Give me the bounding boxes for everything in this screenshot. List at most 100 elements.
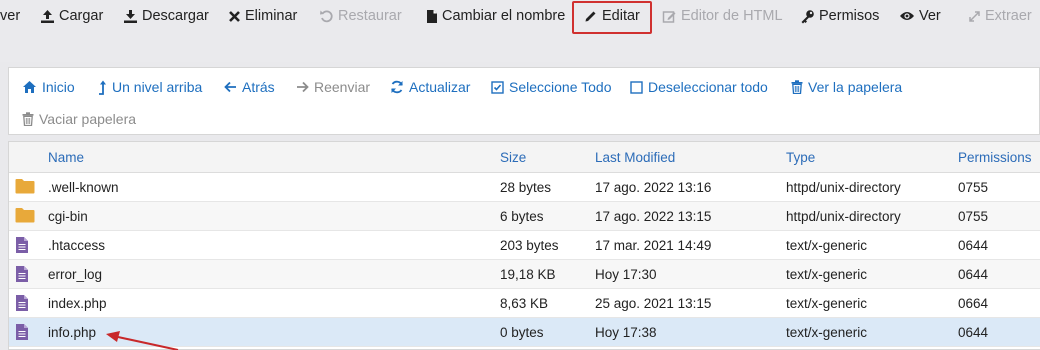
file-text-icon — [16, 324, 28, 340]
empty-trash-label: Vaciar papelera — [39, 111, 137, 127]
file-modified: 17 ago. 2022 13:16 — [595, 180, 712, 195]
forward-button[interactable]: Reenviar — [296, 76, 370, 98]
delete-label: Eliminar — [245, 8, 298, 24]
up-one-level-button[interactable]: Un nivel arriba — [98, 76, 202, 98]
table-row[interactable]: .well-known 28 bytes 17 ago. 2022 13:16 … — [9, 173, 1040, 202]
download-button[interactable]: Descargar — [123, 4, 209, 28]
file-type: httpd/unix-directory — [786, 209, 901, 224]
table-row-selected[interactable]: info.php 0 bytes Hoy 17:38 text/x-generi… — [9, 318, 1040, 347]
eye-icon — [900, 12, 914, 20]
file-name: index.php — [48, 296, 107, 311]
file-modified: Hoy 17:38 — [595, 325, 657, 340]
file-size: 19,18 KB — [500, 267, 556, 282]
arrow-left-icon — [224, 81, 236, 93]
file-text-icon — [16, 266, 28, 282]
column-header-name[interactable]: Name — [48, 150, 84, 165]
file-name: error_log — [48, 267, 103, 282]
delete-button[interactable]: Eliminar — [228, 4, 297, 28]
select-all-button[interactable]: Seleccione Todo — [491, 76, 611, 98]
extract-label: Extraer — [985, 8, 1032, 24]
view-label: Ver — [919, 8, 941, 24]
restore-label: Restaurar — [338, 8, 402, 24]
html-editor-button[interactable]: Editor de HTML — [662, 4, 783, 28]
column-header-size[interactable]: Size — [500, 150, 526, 165]
file-size: 203 bytes — [500, 238, 559, 253]
view-trash-label: Ver la papelera — [808, 79, 903, 95]
edit-button-highlight — [572, 1, 652, 34]
select-all-label: Seleccione Todo — [509, 79, 612, 95]
file-name: cgi-bin — [48, 209, 88, 224]
file-text-icon — [16, 237, 28, 253]
file-table: Name Size Last Modified Type Permissions… — [8, 141, 1040, 350]
file-name: .htaccess — [48, 238, 106, 253]
permissions-label: Permisos — [819, 8, 880, 24]
folder-icon — [15, 208, 35, 223]
file-type: httpd/unix-directory — [786, 180, 901, 195]
view-button[interactable]: Ver — [899, 4, 941, 28]
file-permissions: 0644 — [958, 325, 989, 340]
file-permissions: 0664 — [958, 296, 989, 311]
close-icon — [229, 10, 240, 22]
file-permissions: 0644 — [958, 267, 989, 282]
up-one-level-label: Un nivel arriba — [112, 79, 203, 95]
column-header-type[interactable]: Type — [786, 150, 815, 165]
html-editor-label: Editor de HTML — [681, 8, 783, 24]
column-header-permissions[interactable]: Permissions — [958, 150, 1032, 165]
table-row[interactable]: index.php 8,63 KB 25 ago. 2021 13:15 tex… — [9, 289, 1040, 318]
empty-trash-button[interactable]: Vaciar papelera — [22, 108, 136, 130]
file-size: 8,63 KB — [500, 296, 549, 311]
home-button[interactable]: Inicio — [22, 76, 75, 98]
expand-icon — [969, 10, 980, 22]
back-label: Atrás — [242, 79, 275, 95]
folder-icon — [15, 179, 35, 194]
navigation-panel: Inicio Un nivel arriba Atrás Reenviar Ac… — [8, 67, 1040, 135]
file-permissions: 0644 — [958, 238, 989, 253]
file-size: 0 bytes — [500, 325, 544, 340]
table-row[interactable]: error_log 19,18 KB Hoy 17:30 text/x-gene… — [9, 260, 1040, 289]
file-permissions: 0755 — [958, 209, 989, 224]
table-row[interactable]: .htaccess 203 bytes 17 mar. 2021 14:49 t… — [9, 231, 1040, 260]
view-button-partial[interactable]: ver — [0, 4, 20, 28]
file-modified: Hoy 17:30 — [595, 267, 657, 282]
upload-label: Cargar — [59, 8, 104, 24]
checkbox-empty-icon — [630, 80, 643, 94]
restore-button[interactable]: Restaurar — [319, 4, 402, 28]
refresh-label: Actualizar — [409, 79, 471, 95]
file-size: 6 bytes — [500, 209, 544, 224]
permissions-button[interactable]: Permisos — [800, 4, 879, 28]
home-icon — [23, 81, 36, 93]
edit-box-icon — [662, 10, 676, 23]
extract-button[interactable]: Extraer — [968, 4, 1032, 28]
level-up-icon — [99, 80, 106, 95]
file-type: text/x-generic — [786, 238, 868, 253]
refresh-button[interactable]: Actualizar — [390, 76, 470, 98]
file-text-icon — [16, 295, 28, 311]
file-type: text/x-generic — [786, 296, 868, 311]
upload-button[interactable]: Cargar — [40, 4, 103, 28]
rename-button[interactable]: Cambiar el nombre — [426, 4, 565, 28]
file-permissions: 0755 — [958, 180, 989, 195]
home-label: Inicio — [42, 79, 75, 95]
view-label-partial: ver — [0, 8, 21, 24]
file-type: text/x-generic — [786, 325, 868, 340]
forward-label: Reenviar — [314, 79, 371, 95]
deselect-all-button[interactable]: Deseleccionar todo — [630, 76, 768, 98]
file-manager-toolbar: ver Cargar Descargar Eliminar Restaurar … — [0, 0, 1040, 62]
rename-label: Cambiar el nombre — [442, 8, 566, 24]
key-icon — [801, 9, 814, 23]
arrow-right-icon — [297, 81, 309, 93]
trash-icon — [22, 112, 34, 126]
file-icon — [427, 9, 437, 23]
file-modified: 17 mar. 2021 14:49 — [595, 238, 712, 253]
undo-icon — [320, 9, 333, 22]
file-name: .well-known — [48, 180, 119, 195]
table-row[interactable]: cgi-bin 6 bytes 17 ago. 2022 13:15 httpd… — [9, 202, 1040, 231]
deselect-all-label: Deseleccionar todo — [648, 79, 768, 95]
checkbox-checked-icon — [491, 80, 504, 94]
table-header: Name Size Last Modified Type Permissions — [9, 142, 1040, 173]
download-label: Descargar — [142, 8, 209, 24]
back-button[interactable]: Atrás — [224, 76, 275, 98]
column-header-last-modified[interactable]: Last Modified — [595, 150, 675, 165]
view-trash-button[interactable]: Ver la papelera — [791, 76, 902, 98]
refresh-icon — [391, 80, 403, 94]
